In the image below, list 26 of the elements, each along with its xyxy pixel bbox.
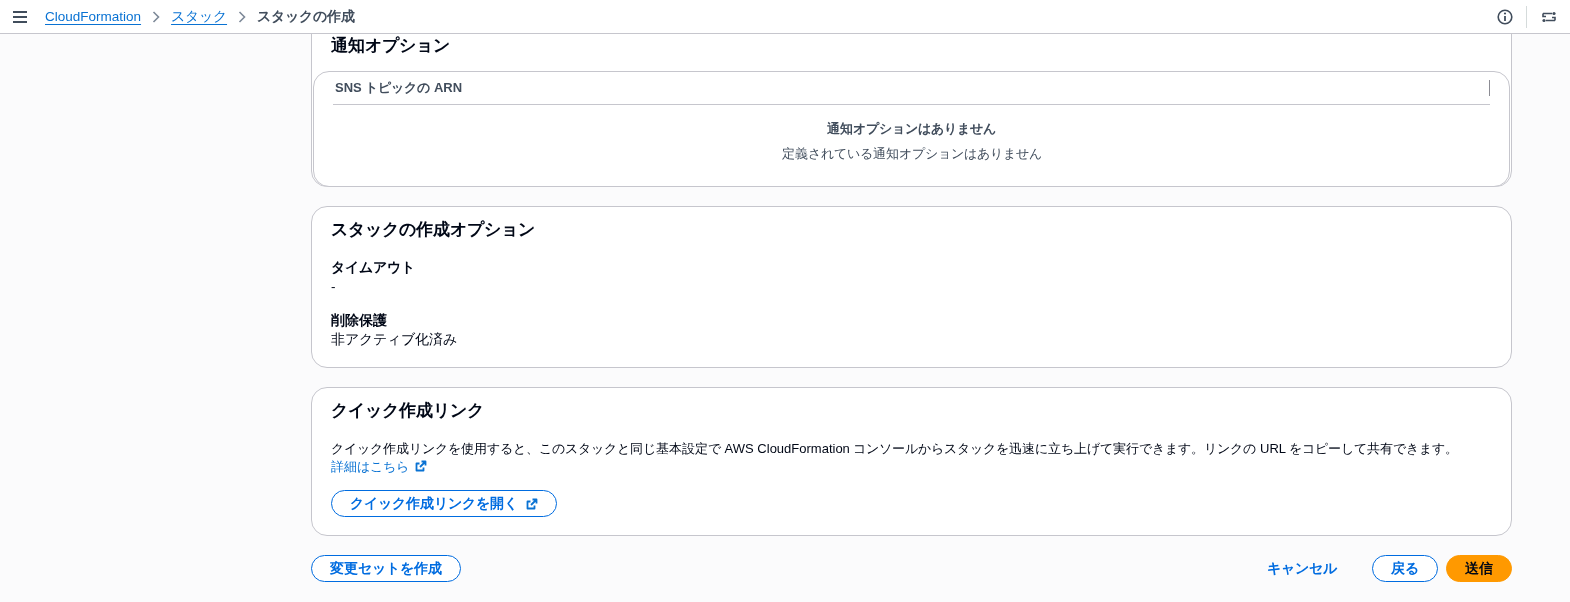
breadcrumb-link[interactable]: スタック	[171, 7, 228, 26]
open-quick-create-link-button[interactable]: クイック作成リンクを開く	[331, 490, 557, 517]
learn-more-link[interactable]: 詳細はこちら	[331, 459, 427, 474]
field-label: タイムアウト	[331, 259, 416, 277]
cancel-button[interactable]: キャンセル	[1254, 555, 1350, 582]
section-title: スタックの作成オプション	[331, 219, 536, 241]
field-label: 削除保護	[331, 312, 388, 330]
section-title: 通知オプション	[330, 35, 451, 57]
empty-state-title: 通知オプションはありません	[827, 120, 996, 138]
back-button[interactable]: 戻る	[1372, 555, 1438, 582]
breadcrumb-link[interactable]: CloudFormation	[45, 9, 142, 24]
description-text: クイック作成リンクを使用すると、このスタックと同じ基本設定で AWS CloudFormation コンソールからスタックを迅速に立ち上げて実行できます。リンクの URL をコピーして共有できます。 詳細はこちら	[331, 440, 1460, 476]
empty-state-description: 定義されている通知オプションはありません	[781, 145, 1042, 163]
external-link-icon	[414, 460, 427, 472]
section-title: クイック作成リンク	[331, 400, 485, 422]
info-icon[interactable]	[1497, 8, 1513, 25]
external-link-icon	[526, 497, 538, 510]
chevron-right-icon	[238, 10, 247, 23]
breadcrumb-current: スタックの作成	[257, 7, 356, 26]
field-value: -	[331, 278, 337, 296]
column-header: SNS トピックの ARN	[334, 79, 463, 97]
chevron-right-icon	[152, 10, 161, 23]
field-value: 非アクティブ化済み	[331, 331, 458, 349]
create-change-set-button[interactable]: 変更セットを作成	[311, 555, 461, 582]
menu-icon[interactable]	[13, 10, 27, 23]
submit-button[interactable]: 送信	[1446, 555, 1512, 582]
